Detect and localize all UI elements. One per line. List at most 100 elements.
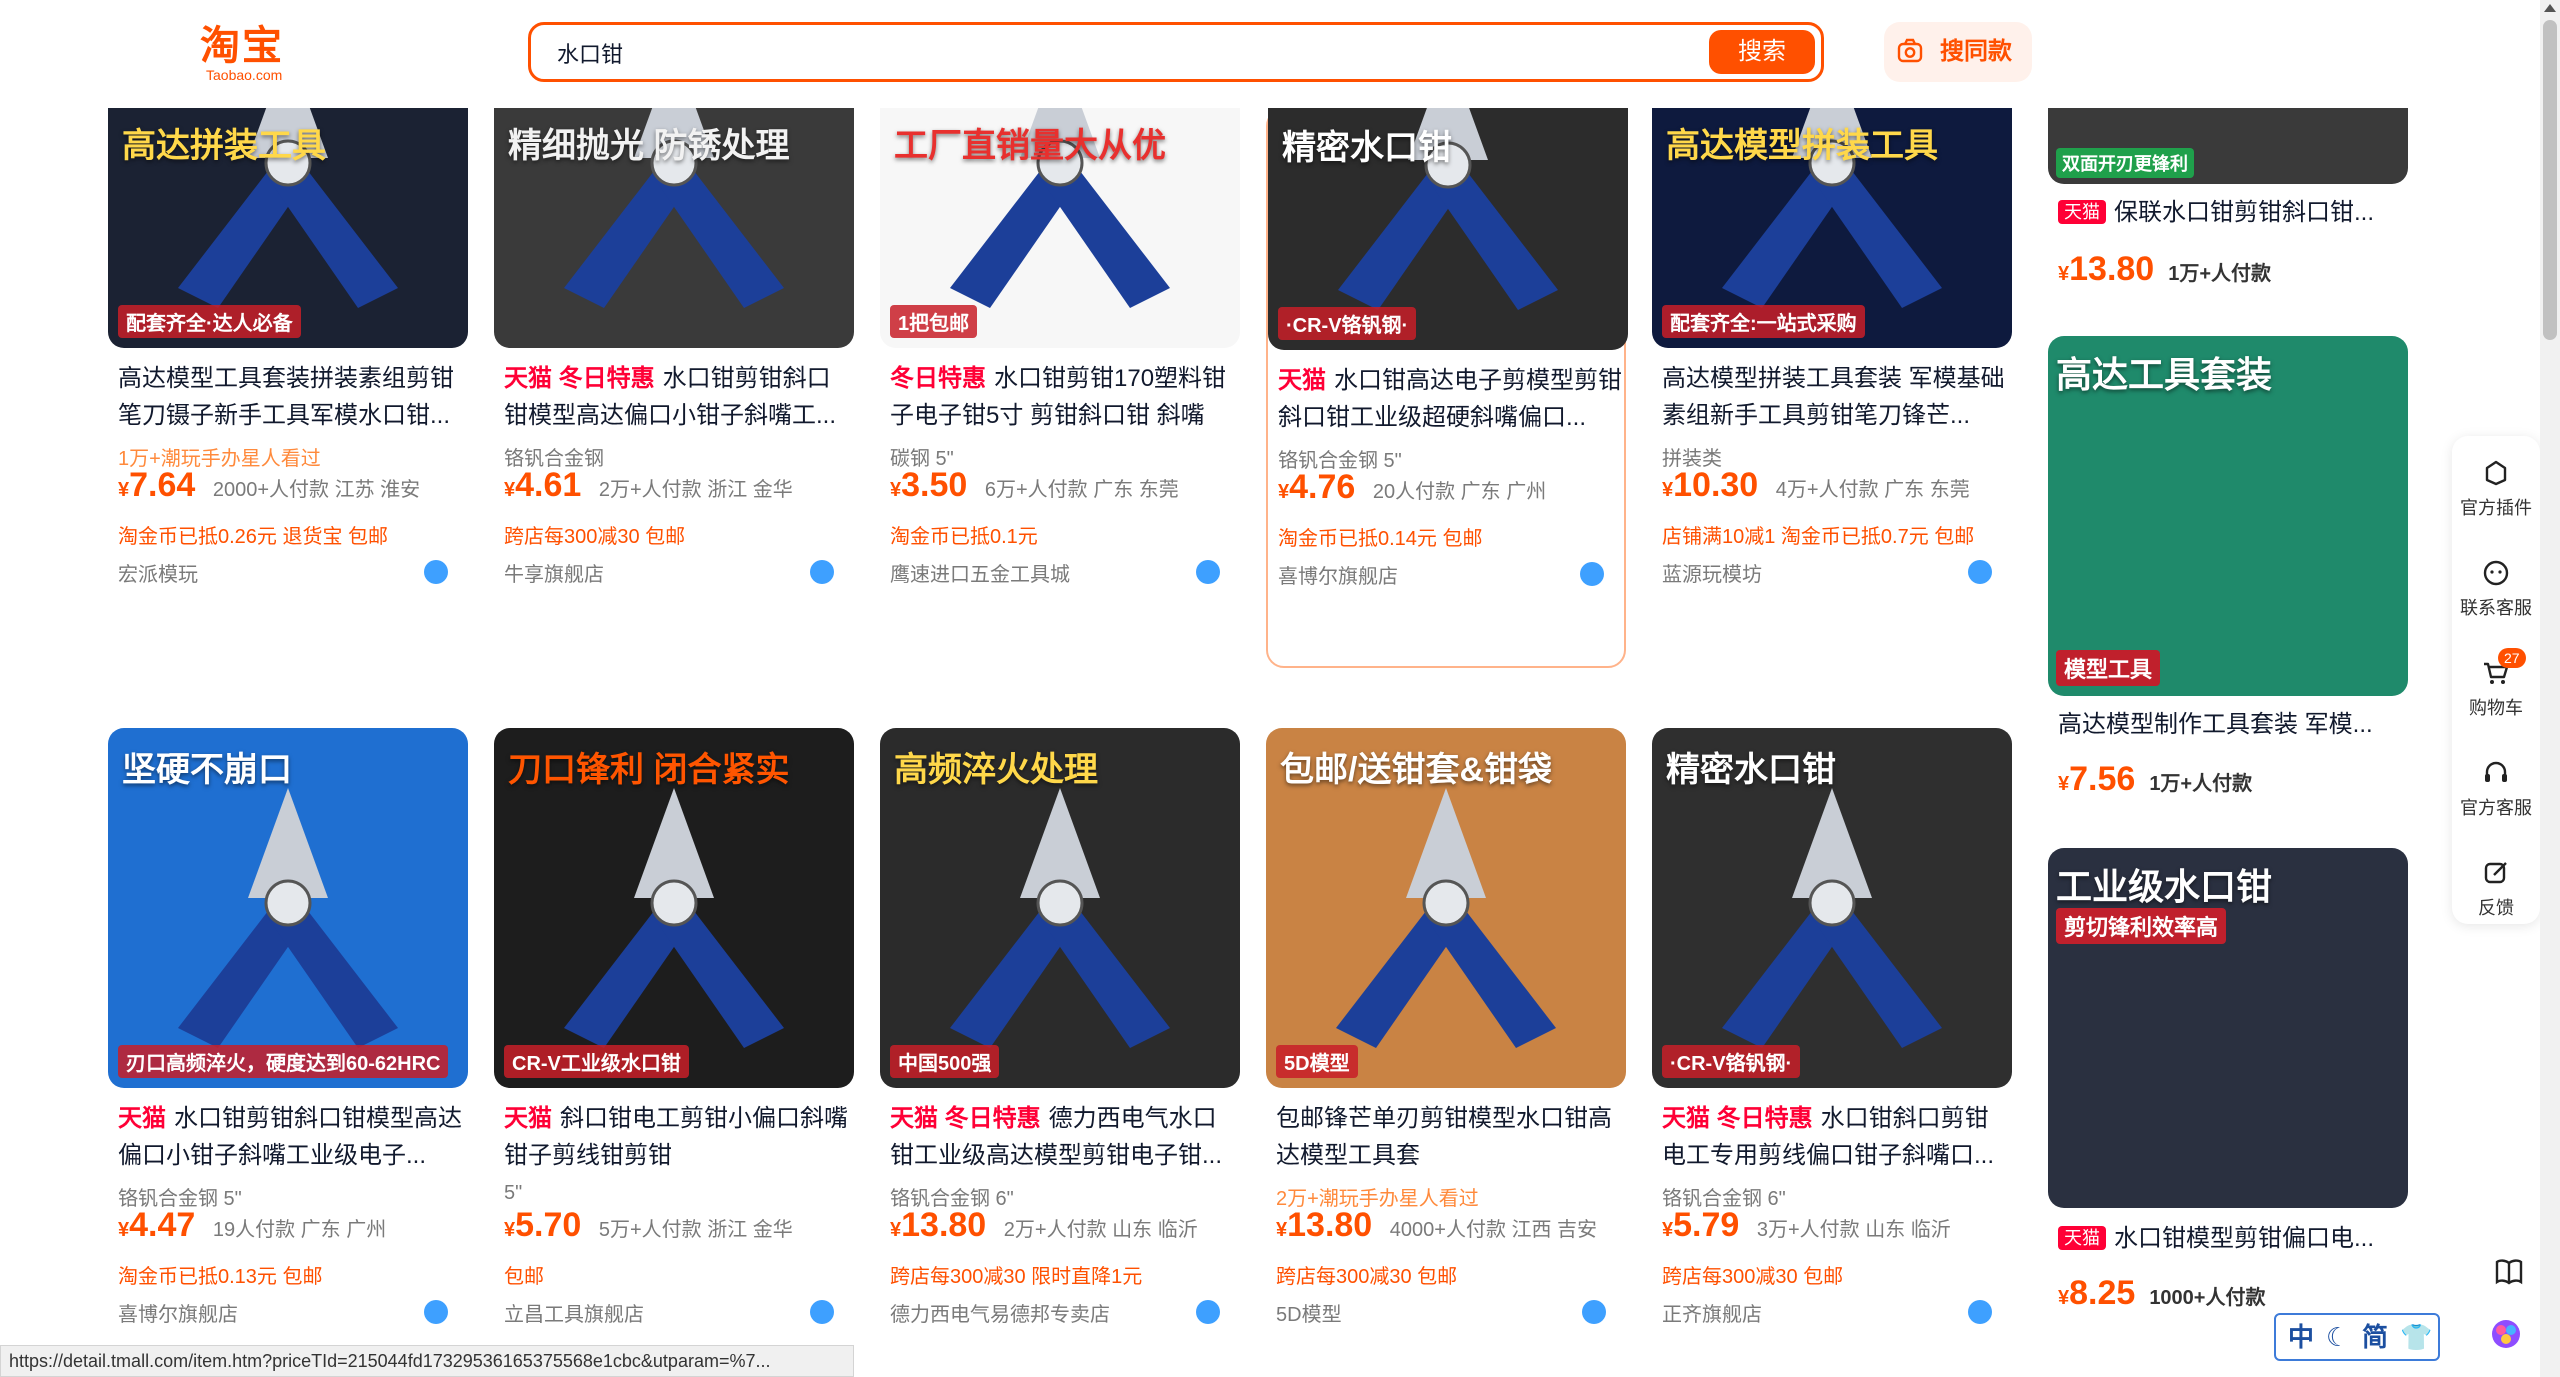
shop-chat-icon[interactable] (1196, 560, 1220, 584)
shop-name[interactable]: 正齐旗舰店 (1662, 1298, 1762, 1327)
price-line: ¥10.30 4万+人付款 广东 东莞 (1662, 466, 1970, 505)
service-tool[interactable]: 官方客服 (2452, 758, 2540, 820)
shop-name[interactable]: 鹰速进口五金工具城 (890, 558, 1070, 587)
side-price-line: ¥7.56 1万+人付款 (2058, 760, 2252, 799)
shop-chat-icon[interactable] (810, 560, 834, 584)
image-headline: 工厂直销量大从优 (894, 127, 1166, 165)
product-title[interactable]: 天猫 水口钳剪钳斜口钳模型高达偏口小钳子斜嘴工业级电子... (118, 1100, 468, 1174)
product-card[interactable]: 工厂直销量大从优 1把包邮 冬日特惠 水口钳剪钳170塑料钳子电子钳5寸 剪钳斜口钳 … (880, 0, 1240, 668)
product-title[interactable]: 高达模型工具套装拼装素组剪钳笔刀镊子新手工具军模水口钳... (118, 360, 468, 434)
search-input[interactable] (555, 37, 1559, 69)
sales-and-location: 2万+人付款 山东 临沂 (998, 1219, 1198, 1241)
price-line: ¥4.76 20人付款 广东 广州 (1278, 468, 1546, 507)
product-title[interactable]: 天猫 水口钳高达电子剪模型剪钳斜口钳工业级超硬斜嘴偏口... (1278, 362, 1628, 436)
ai-assistant-icon[interactable] (2490, 1318, 2522, 1350)
shop-chat-icon[interactable] (810, 1300, 834, 1324)
ime-indicator[interactable]: 中 ☾ 简 👕 (2274, 1313, 2440, 1361)
currency-symbol: ¥ (504, 479, 516, 501)
promo-info: 淘金币已抵0.1元 (890, 526, 1038, 548)
scrollbar[interactable] (2540, 0, 2560, 1377)
product-title-text: 高达模型拼装工具套装 军模基础素组新手工具剪钳笔刀锋芒... (1662, 365, 2005, 429)
product-title[interactable]: 天猫 冬日特惠 水口钳斜口剪钳电工专用剪线偏口钳子斜嘴口... (1662, 1100, 2012, 1174)
image-headline: 刀口锋利 闭合紧实 (508, 751, 790, 789)
side-image-headline: 双面开刃更锋利 (2056, 148, 2194, 178)
side-product-title[interactable]: 天猫 保联水口钳剪钳斜口钳... (2058, 196, 2398, 230)
product-price: 5.79 (1673, 1206, 1740, 1244)
product-card[interactable]: 包邮/送钳套&钳袋 5D模型 包邮锋芒单刃剪钳模型水口钳高达模型工具套 2万+潮玩手办… (1266, 728, 1626, 1326)
contact-tool[interactable]: 联系客服 (2452, 558, 2540, 620)
product-image[interactable]: 精密水口钳 ·CR-V铬钒钢· (1652, 728, 2012, 1088)
side-product-title[interactable]: 天猫 水口钳模型剪钳偏口电... (2058, 1222, 2398, 1256)
product-price: 5.70 (515, 1206, 582, 1244)
side-product-image[interactable]: 工业级水口钳 剪切锋利效率高 (2048, 848, 2408, 1208)
image-search-button[interactable]: 搜同款 (1884, 22, 2032, 82)
header: 淘宝 Taobao.com 搜索 搜同款 (0, 0, 2540, 108)
side-image-headline: 工业级水口钳 (2056, 866, 2273, 907)
image-subtext: 5D模型 (1276, 1045, 1358, 1078)
reader-book-icon[interactable] (2494, 1258, 2524, 1286)
logo-text: 淘宝 (200, 24, 284, 68)
product-title[interactable]: 高达模型拼装工具套装 军模基础素组新手工具剪钳笔刀锋芒... (1662, 360, 2012, 434)
shop-chat-icon[interactable] (424, 560, 448, 584)
side-sales: 1万+人付款 (2149, 773, 2253, 795)
product-card[interactable]: 精密水口钳 ·CR-V铬钒钢· 天猫 冬日特惠 水口钳斜口剪钳电工专用剪线偏口钳子斜嘴… (1652, 728, 2012, 1326)
scroll-up-arrow-icon[interactable] (2544, 4, 2556, 12)
shop-chat-icon[interactable] (1580, 562, 1604, 586)
shop-name[interactable]: 喜博尔旗舰店 (118, 1298, 238, 1327)
shop-name[interactable]: 喜博尔旗舰店 (1278, 560, 1398, 589)
product-title[interactable]: 天猫 斜口钳电工剪钳小偏口斜嘴钳子剪线钳剪钳 (504, 1100, 854, 1174)
search-button[interactable]: 搜索 (1709, 30, 1815, 74)
shop-name[interactable]: 牛享旗舰店 (504, 558, 604, 587)
product-price: 7.64 (129, 466, 196, 504)
product-price: 4.61 (515, 466, 582, 504)
product-title[interactable]: 天猫 冬日特惠 水口钳剪钳斜口钳模型高达偏口小钳子斜嘴工... (504, 360, 854, 434)
side-product-image[interactable]: 高达工具套装 模型工具 (2048, 336, 2408, 696)
shop-chat-icon[interactable] (1582, 1300, 1606, 1324)
product-card[interactable]: 刀口锋利 闭合紧实 CR-V工业级水口钳天猫 斜口钳电工剪钳小偏口斜嘴钳子剪线钳剪钳… (494, 728, 854, 1326)
sales-and-location: 20人付款 广东 广州 (1367, 481, 1547, 503)
side-product-title[interactable]: 高达模型制作工具套装 军模... (2058, 708, 2398, 742)
shop-name[interactable]: 蓝源玩模坊 (1662, 558, 1762, 587)
product-card[interactable]: 高达模型拼装工具 配套齐全:一站式采购 高达模型拼装工具套装 军模基础素组新手工具剪… (1652, 0, 2012, 668)
shop-chat-icon[interactable] (1968, 1300, 1992, 1324)
side-sales: 1万+人付款 (2168, 263, 2272, 285)
cart-tool[interactable]: 27 购物车 (2452, 648, 2540, 720)
product-card[interactable]: 高频淬火处理 中国500强天猫 冬日特惠 德力西电气水口钳工业级高达模型剪钳电子钳.… (880, 728, 1240, 1326)
shop-chat-icon[interactable] (1968, 560, 1992, 584)
image-headline: 精细抛光 防锈处理 (508, 127, 790, 165)
product-card[interactable]: 精密水口钳 ·CR-V铬钒钢· 天猫 水口钳高达电子剪模型剪钳斜口钳工业级超硬斜嘴偏口… (1266, 0, 1628, 668)
plugin-tool[interactable]: 官方插件 (2452, 458, 2540, 520)
side-product-title-text: 保联水口钳剪钳斜口钳... (2114, 199, 2375, 226)
product-title-text: 水口钳高达电子剪模型剪钳斜口钳工业级超硬斜嘴偏口... (1278, 367, 1622, 431)
image-headline: 高达拼装工具 (122, 127, 326, 165)
scroll-thumb[interactable] (2543, 20, 2557, 340)
shop-name[interactable]: 立昌工具旗舰店 (504, 1298, 644, 1327)
product-image[interactable]: 坚硬不崩口 刃口高频淬火，硬度达到60-62HRC (108, 728, 468, 1088)
product-card[interactable]: 高达拼装工具配套齐全·达人必备高达模型工具套装拼装素组剪钳笔刀镊子新手工具军模水… (108, 0, 468, 668)
taobao-logo[interactable]: 淘宝 Taobao.com (200, 24, 300, 84)
product-title[interactable]: 冬日特惠水口钳剪钳170塑料钳子电子钳5寸 剪钳斜口钳 斜嘴钳... (890, 360, 1240, 434)
product-price: 10.30 (1673, 466, 1759, 504)
product-image[interactable]: 包邮/送钳套&钳袋 5D模型 (1266, 728, 1626, 1088)
side-image-subtext: 剪切锋利效率高 (2056, 908, 2227, 944)
product-card[interactable]: 坚硬不崩口 刃口高频淬火，硬度达到60-62HRC 天猫 水口钳剪钳斜口钳模型高达偏口… (108, 728, 468, 1326)
product-title[interactable]: 天猫 冬日特惠 德力西电气水口钳工业级高达模型剪钳电子钳... (890, 1100, 1240, 1174)
shop-name[interactable]: 德力西电气易德邦专卖店 (890, 1298, 1110, 1327)
shop-chat-icon[interactable] (424, 1300, 448, 1324)
product-title[interactable]: 包邮锋芒单刃剪钳模型水口钳高达模型工具套 (1276, 1100, 1626, 1174)
image-search-label: 搜同款 (1940, 38, 2012, 65)
side-product-price: 7.56 (2069, 760, 2136, 798)
feedback-tool[interactable]: 反馈 (2452, 858, 2540, 920)
image-headline: 包邮/送钳套&钳袋 (1280, 751, 1552, 789)
price-line: ¥4.61 2万+人付款 浙江 金华 (504, 466, 793, 505)
currency-symbol: ¥ (2058, 773, 2070, 795)
image-subtext: 配套齐全·达人必备 (118, 305, 301, 338)
promo-badge: 天猫 冬日特惠 (890, 1105, 1041, 1132)
product-card[interactable]: 精细抛光 防锈处理 天猫 冬日特惠 水口钳剪钳斜口钳模型高达偏口小钳子斜嘴工... 铬… (494, 0, 854, 668)
shop-name[interactable]: 宏派模玩 (118, 558, 198, 587)
product-image[interactable]: 高频淬火处理 中国500强 (880, 728, 1240, 1088)
shop-chat-icon[interactable] (1196, 1300, 1220, 1324)
shop-name[interactable]: 5D模型 (1276, 1298, 1342, 1327)
product-image[interactable]: 刀口锋利 闭合紧实 CR-V工业级水口钳 (494, 728, 854, 1088)
side-price-line: ¥8.25 1000+人付款 (2058, 1274, 2265, 1313)
